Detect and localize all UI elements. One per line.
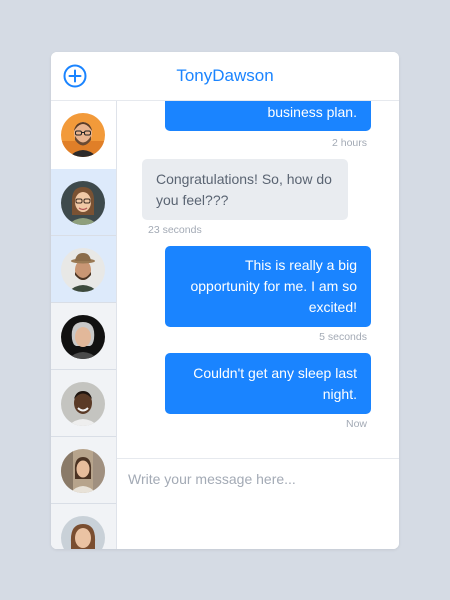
avatar-man-smiling bbox=[61, 382, 105, 426]
message-line: This is really a big bbox=[244, 257, 357, 273]
message-bubble-incoming: Congratulations! So, how do you feel??? bbox=[142, 159, 348, 220]
message-input[interactable] bbox=[117, 459, 399, 499]
contact-item-1[interactable] bbox=[51, 101, 116, 169]
message-timestamp: Now bbox=[345, 418, 367, 430]
contact-item-5[interactable] bbox=[51, 370, 116, 437]
contact-item-4[interactable] bbox=[51, 303, 116, 370]
message-line: Couldn't get any sleep last bbox=[193, 365, 357, 381]
message-bubble-outgoing: Couldn't get any sleep last night. bbox=[165, 353, 371, 414]
avatar-woman-long-hair bbox=[61, 516, 105, 549]
message-thread[interactable]: business plan. 2 hours Congratulations! … bbox=[117, 101, 399, 458]
message-bubble-outgoing: business plan. bbox=[165, 101, 371, 131]
contact-item-2[interactable] bbox=[51, 169, 116, 236]
contact-item-6[interactable] bbox=[51, 437, 116, 504]
contacts-sidebar[interactable] bbox=[51, 101, 117, 549]
chat-header: TonyDawson bbox=[51, 52, 399, 101]
message-line: night. bbox=[322, 386, 357, 402]
chat-window: TonyDawson business plan. 2 hours Congra… bbox=[51, 52, 399, 549]
message-timestamp: 5 seconds bbox=[319, 331, 367, 343]
avatar-man-glasses-beard bbox=[61, 113, 105, 157]
avatar-woman-street bbox=[61, 449, 105, 493]
message-line: you feel??? bbox=[156, 192, 229, 208]
message-line: opportunity for me. I am so bbox=[190, 278, 357, 294]
contact-name-title: TonyDawson bbox=[176, 66, 274, 85]
message-line: Congratulations! So, how do bbox=[156, 171, 332, 187]
contact-item-7[interactable] bbox=[51, 504, 116, 549]
message-bubble-outgoing: This is really a big opportunity for me.… bbox=[165, 246, 371, 327]
avatar-woman-glasses bbox=[61, 181, 105, 225]
message-line: excited! bbox=[308, 299, 357, 315]
message-timestamp: 2 hours bbox=[331, 137, 367, 149]
message-timestamp: 23 seconds bbox=[148, 224, 202, 236]
contact-item-3[interactable] bbox=[51, 236, 116, 303]
avatar-man-hat-beard bbox=[61, 248, 105, 292]
message-composer bbox=[117, 458, 399, 549]
avatar-woman-gray-hair bbox=[61, 315, 105, 359]
message-line: business plan. bbox=[267, 104, 357, 120]
